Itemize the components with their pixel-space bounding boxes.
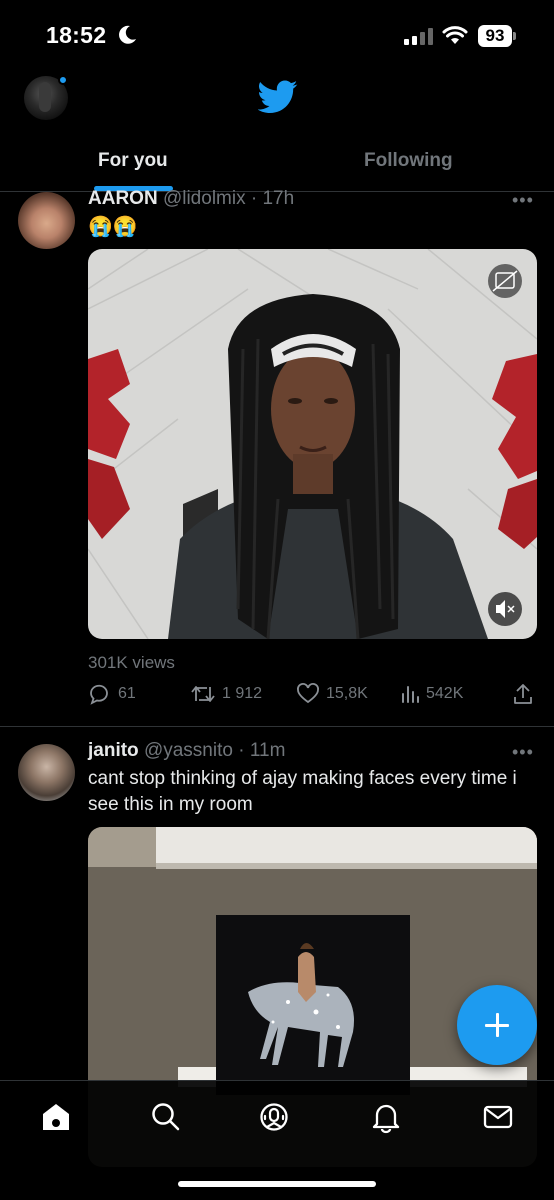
tab-for-you[interactable]: For you	[98, 150, 168, 172]
heart-icon	[297, 683, 319, 704]
tweet-time: · 17h	[250, 188, 295, 209]
search-icon[interactable]	[148, 1099, 184, 1135]
tweet-avatar[interactable]	[18, 744, 75, 801]
more-options-icon[interactable]: •••	[512, 190, 534, 211]
battery-icon: 93	[478, 25, 512, 47]
status-bar: 18:52 93	[0, 0, 554, 66]
tweet-author-handle[interactable]: @yassnito	[144, 740, 233, 761]
analytics-icon	[402, 686, 419, 703]
tab-following[interactable]: Following	[364, 150, 453, 172]
retweet-button[interactable]: 1 912	[190, 682, 262, 706]
battery-nub	[513, 32, 516, 40]
tweet-divider	[0, 726, 554, 727]
reply-count: 61	[118, 685, 136, 702]
tweet-header: AARON @lidolmix · 17h	[88, 188, 294, 210]
like-button[interactable]: 15,8K	[296, 682, 368, 706]
tweet-author-handle[interactable]: @lidolmix	[163, 188, 246, 209]
notifications-icon[interactable]	[368, 1099, 404, 1135]
reply-icon	[90, 684, 108, 705]
tweet[interactable]: AARON @lidolmix · 17h ••• 😭😭 301K views …	[0, 188, 554, 726]
home-indicator	[178, 1181, 376, 1187]
retweet-count: 1 912	[222, 685, 263, 702]
notification-dot	[58, 75, 68, 85]
compose-plus-icon[interactable]	[457, 985, 537, 1065]
top-bar	[0, 66, 554, 130]
video-frame	[88, 249, 537, 639]
tweet-text: 😭😭	[88, 216, 138, 238]
messages-icon[interactable]	[480, 1099, 516, 1135]
tweet-text: cant stop thinking of ajay making faces …	[88, 768, 517, 815]
views-count: 542K	[426, 685, 464, 702]
tweet-author-name[interactable]: janito	[88, 740, 139, 761]
share-icon	[514, 684, 532, 704]
tweet-avatar[interactable]	[18, 192, 75, 249]
share-button[interactable]	[512, 682, 534, 706]
reply-button[interactable]: 61	[88, 682, 136, 706]
moon-icon	[119, 25, 136, 44]
tweet-author-name[interactable]: AARON	[88, 188, 158, 209]
tweet-actions: 61 1 912 15,8K 542K	[88, 682, 538, 708]
views-button[interactable]: 542K	[400, 682, 463, 706]
home-icon[interactable]	[38, 1099, 74, 1135]
retweet-icon	[191, 686, 215, 702]
spaces-icon[interactable]	[256, 1099, 292, 1135]
cellular-signal-icon	[404, 28, 433, 45]
tweet-time: · 11m	[238, 740, 286, 761]
more-options-icon[interactable]: •••	[512, 742, 534, 763]
tweet-header: janito @yassnito · 11m	[88, 740, 285, 762]
status-time: 18:52	[46, 22, 107, 48]
tweet-views: 301K views	[88, 653, 175, 672]
wifi-icon	[442, 26, 468, 44]
like-count: 15,8K	[326, 685, 368, 702]
tweet-video[interactable]	[88, 249, 537, 639]
timeline-tabs: For you Following	[0, 130, 554, 192]
twitter-bird-icon[interactable]	[258, 80, 298, 114]
